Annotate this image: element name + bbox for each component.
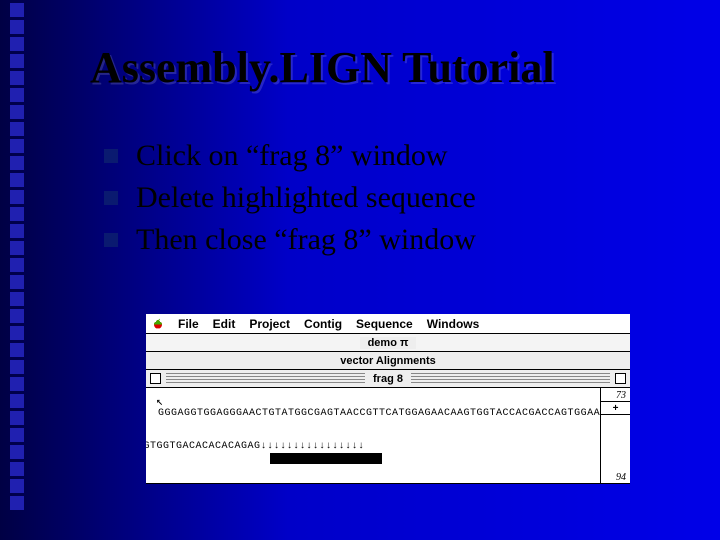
sequence-row-1: GGGAGGTGGAGGGAACTGTATGGCGAGTAACCGTTCATGG… (158, 408, 594, 419)
frag8-content: ↖ GGGAGGTGGAGGGAACTGTATGGCGAGTAACCGTTCAT… (146, 388, 630, 484)
slide-content: Assembly.LIGN Tutorial Click on “frag 8”… (90, 42, 680, 265)
bullet-marker-icon (104, 149, 118, 163)
window-titlebar-demo[interactable]: demo π (146, 334, 630, 352)
window-titlebar-vector[interactable]: vector Alignments (146, 352, 630, 370)
bullet-marker-icon (104, 233, 118, 247)
position-number-1: 73 (601, 388, 630, 401)
menu-file[interactable]: File (178, 317, 199, 331)
bullet-item: Then close “frag 8” window (104, 223, 680, 257)
slide-title: Assembly.LIGN Tutorial (90, 42, 680, 93)
bullet-marker-icon (104, 191, 118, 205)
sequence-sidebar: 73 + 94 (600, 388, 630, 483)
window-title: demo π (360, 337, 417, 349)
bullet-item: Delete highlighted sequence (104, 181, 680, 215)
window-titlebar-frag8[interactable]: frag 8 (146, 370, 630, 388)
bullet-list: Click on “frag 8” window Delete highligh… (104, 139, 680, 257)
menu-contig[interactable]: Contig (304, 317, 342, 331)
menu-edit[interactable]: Edit (213, 317, 236, 331)
bullet-text: Click on “frag 8” window (136, 139, 448, 173)
bullet-item: Click on “frag 8” window (104, 139, 680, 173)
bullet-text: Then close “frag 8” window (136, 223, 476, 257)
cursor-icon: ↖ (156, 394, 163, 409)
slide-left-ornament (0, 0, 32, 540)
window-title: frag 8 (365, 373, 411, 385)
position-number-2: 94 (601, 470, 630, 483)
zoom-box-icon[interactable] (615, 373, 626, 384)
sequence-highlighted[interactable]: TACACGTGCATGGTCT (270, 453, 382, 464)
menu-sequence[interactable]: Sequence (356, 317, 413, 331)
bullet-text: Delete highlighted sequence (136, 181, 476, 215)
menu-windows[interactable]: Windows (427, 317, 480, 331)
close-box-icon[interactable] (150, 373, 161, 384)
window-title: vector Alignments (332, 355, 444, 367)
menu-project[interactable]: Project (249, 317, 290, 331)
sequence-pane[interactable]: ↖ GGGAGGTGGAGGGAACTGTATGGCGAGTAACCGTTCAT… (146, 388, 600, 483)
expand-button[interactable]: + (601, 401, 630, 415)
apple-menu-icon[interactable] (152, 318, 164, 330)
menubar: File Edit Project Contig Sequence Window… (146, 314, 630, 334)
sequence-row-2: AGCGTGGTGACACACACAGAG↓↓↓↓↓↓↓↓↓↓↓↓↓↓↓↓ (146, 441, 594, 452)
app-screenshot: File Edit Project Contig Sequence Window… (146, 314, 630, 484)
